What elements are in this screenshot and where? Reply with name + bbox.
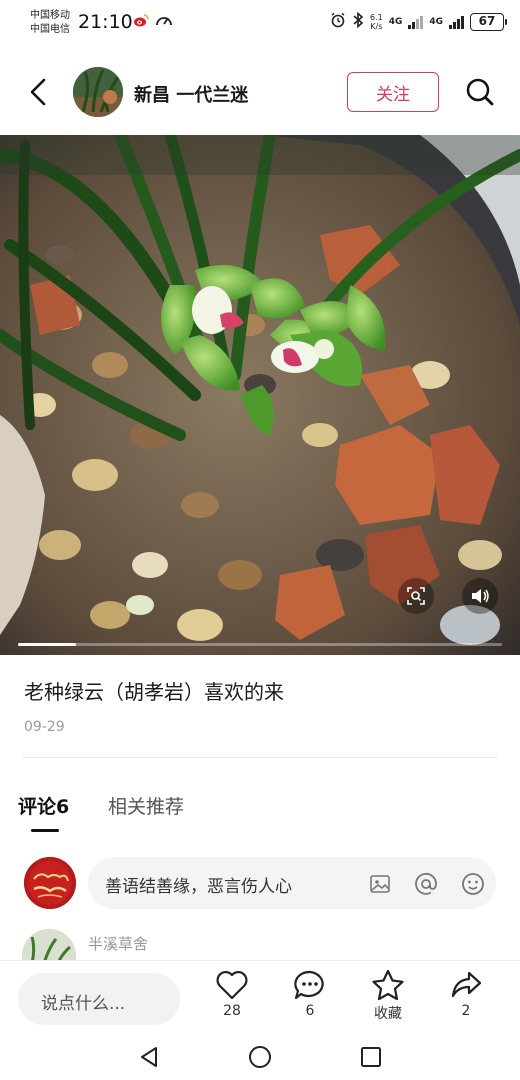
status-bar: 中国移动 中国电信 21:10 6.1 K/s 4G 4G 67: [0, 0, 520, 48]
speed-value: 6.1: [369, 13, 383, 22]
share-count: 2: [461, 1003, 471, 1019]
battery-indicator: 67: [470, 13, 507, 31]
volume-button[interactable]: [462, 578, 498, 614]
back-arrow-icon: [30, 78, 46, 106]
image-icon[interactable]: [367, 871, 393, 897]
tab-related[interactable]: 相关推荐: [108, 792, 184, 819]
post-video[interactable]: [0, 135, 520, 655]
mention-icon[interactable]: [413, 871, 439, 897]
comment-input[interactable]: 善语结善缘，恶言伤人心: [88, 857, 496, 909]
network-type-1: 4G: [388, 17, 403, 27]
search-icon: [466, 78, 494, 106]
comment-bubble-icon: [294, 970, 324, 1000]
favorite-label: 收藏: [374, 1006, 402, 1022]
signal-strength-1-icon: [408, 15, 424, 29]
system-nav-bar: [0, 1032, 520, 1080]
favorite-button[interactable]: 收藏: [358, 969, 418, 1029]
square-recents-icon: [361, 1047, 381, 1067]
carrier-labels: 中国移动 中国电信: [30, 9, 70, 37]
status-clock: 21:10: [78, 11, 133, 33]
nav-home-button[interactable]: [245, 1042, 275, 1072]
speedometer-icon: [155, 12, 173, 32]
my-avatar[interactable]: [24, 857, 76, 909]
emoji-icon[interactable]: [460, 871, 486, 897]
post-header: 新昌 一代兰迷 关注: [0, 56, 520, 128]
search-button[interactable]: [462, 74, 498, 110]
status-right-group: 6.1 K/s 4G 4G 67: [330, 11, 507, 32]
triangle-back-icon: [141, 1047, 157, 1067]
back-button[interactable]: [22, 76, 54, 108]
network-type-2: 4G: [429, 17, 443, 27]
circle-home-icon: [249, 1046, 271, 1068]
comment-author-name[interactable]: 半溪草舍: [88, 933, 148, 954]
bottom-action-bar: 说点什么... 28 6 收藏 2: [0, 960, 520, 1032]
author-avatar[interactable]: [73, 67, 123, 117]
carrier-1: 中国移动: [30, 10, 70, 21]
post-date: 09-29: [24, 719, 65, 735]
comment-input-placeholder: 善语结善缘，恶言伤人心: [105, 877, 292, 897]
star-icon: [372, 969, 404, 1001]
say-something-placeholder: 说点什么...: [41, 994, 126, 1014]
weibo-icon: [133, 12, 149, 32]
like-button[interactable]: 28: [202, 969, 262, 1029]
share-button[interactable]: 2: [436, 969, 496, 1029]
volume-icon: [472, 589, 489, 603]
network-speed: 6.1 K/s: [370, 13, 383, 31]
orchid-photo: [0, 135, 520, 655]
active-tab-indicator: [31, 829, 59, 832]
tab-comments[interactable]: 评论6: [18, 792, 69, 819]
comment-button[interactable]: 6: [280, 969, 340, 1029]
speed-unit: K/s: [370, 22, 383, 31]
nav-back-button[interactable]: [134, 1042, 164, 1072]
image-search-icon: [407, 587, 425, 605]
bluetooth-icon: [352, 11, 364, 32]
video-progress-fill: [18, 643, 76, 646]
signal-strength-2-icon: [449, 15, 464, 29]
carrier-2: 中国电信: [30, 24, 70, 35]
post-title: 老种绿云（胡孝岩）喜欢的来: [24, 680, 284, 704]
nav-recents-button[interactable]: [356, 1042, 386, 1072]
image-search-button[interactable]: [398, 578, 434, 614]
author-name[interactable]: 新昌 一代兰迷: [134, 81, 248, 107]
alarm-icon: [330, 12, 346, 32]
section-divider: [22, 757, 498, 758]
heart-icon: [216, 970, 248, 1000]
comment-count: 6: [305, 1003, 315, 1019]
like-count: 28: [223, 1003, 241, 1019]
share-arrow-icon: [451, 971, 482, 998]
say-something-input[interactable]: 说点什么...: [18, 973, 180, 1025]
video-progress-track[interactable]: [18, 643, 502, 646]
follow-button[interactable]: 关注: [347, 72, 439, 112]
